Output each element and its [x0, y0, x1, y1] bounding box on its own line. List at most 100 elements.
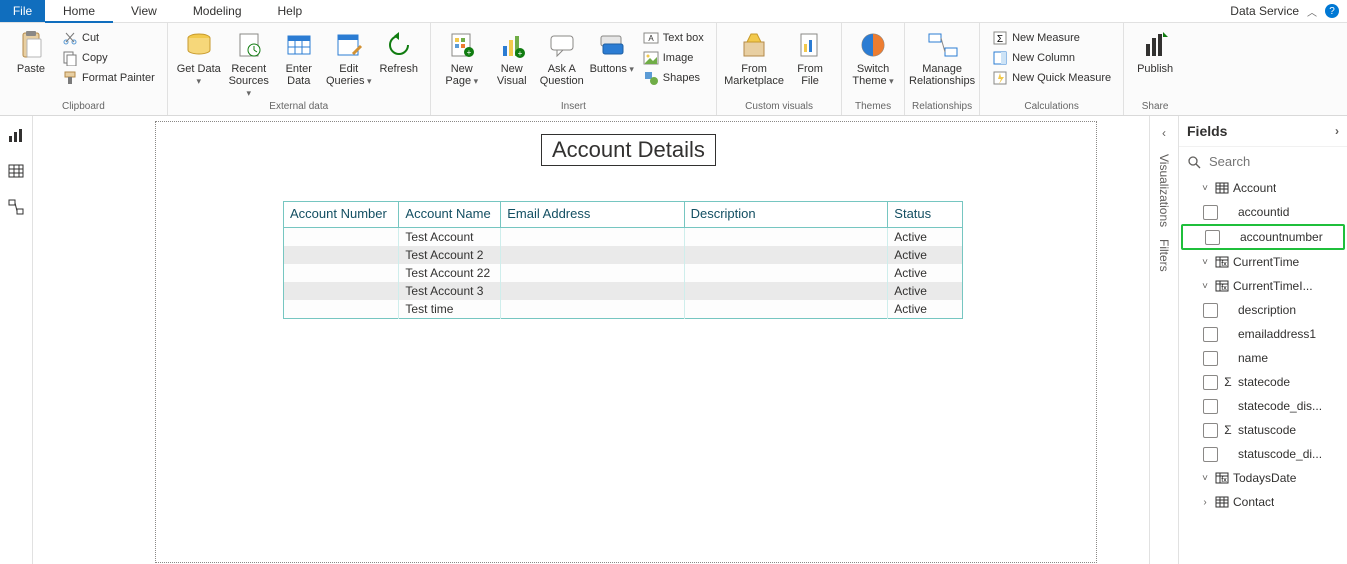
new-visual-button[interactable]: + New Visual [487, 25, 537, 87]
ribbon-group-custom-visuals: From Marketplace From File Custom visual… [717, 23, 842, 115]
fields-calc-currenttime[interactable]: ˅fxCurrentTime [1179, 250, 1347, 274]
get-data-button[interactable]: Get Data [174, 25, 224, 87]
tab-help[interactable]: Help [260, 0, 321, 22]
field-checkbox[interactable] [1203, 423, 1218, 438]
from-file-button[interactable]: From File [785, 25, 835, 87]
field-checkbox[interactable] [1205, 230, 1220, 245]
svg-text:+: + [517, 49, 522, 58]
field-statuscode_di...[interactable]: Σstatuscode_di... [1179, 442, 1347, 466]
table-row[interactable]: Test Account 3Active [284, 282, 963, 300]
field-checkbox[interactable] [1203, 327, 1218, 342]
table-row[interactable]: Test Account 22Active [284, 264, 963, 282]
field-accountnumber[interactable]: Σaccountnumber [1181, 224, 1345, 250]
shapes-button[interactable]: Shapes [641, 69, 706, 87]
edit-queries-button[interactable]: Edit Queries [324, 25, 374, 87]
table-header[interactable]: Account Name [399, 202, 501, 228]
fields-table-contact[interactable]: ›Contact [1179, 490, 1347, 514]
field-emailaddress1[interactable]: Σemailaddress1 [1179, 322, 1347, 346]
table-row[interactable]: Test timeActive [284, 300, 963, 319]
refresh-button[interactable]: Refresh [374, 25, 424, 75]
field-label: accountid [1238, 205, 1289, 219]
svg-text:Σ: Σ [997, 34, 1003, 45]
report-canvas[interactable]: Account Details Account NumberAccount Na… [33, 116, 1149, 564]
fields-table-account[interactable]: ˅Account [1179, 176, 1347, 200]
visualizations-tab[interactable]: Visualizations [1157, 148, 1171, 233]
tab-modeling[interactable]: Modeling [175, 0, 260, 22]
fields-calc-currenttimei...[interactable]: ˅fxCurrentTimeI... [1179, 274, 1347, 298]
field-statecode[interactable]: Σstatecode [1179, 370, 1347, 394]
collapse-ribbon-icon[interactable] [1307, 4, 1317, 19]
field-label: statuscode_di... [1238, 447, 1322, 461]
image-button[interactable]: Image [641, 49, 706, 67]
group-label: Themes [855, 99, 891, 115]
expand-fields-icon[interactable]: › [1335, 124, 1339, 138]
field-checkbox[interactable] [1203, 399, 1218, 414]
table-label: Account [1233, 181, 1276, 195]
fields-calc-todaysdate[interactable]: ˅fxTodaysDate [1179, 466, 1347, 490]
field-accountid[interactable]: Σaccountid [1179, 200, 1347, 224]
enter-data-button[interactable]: Enter Data [274, 25, 324, 87]
report-view-icon[interactable] [7, 126, 25, 144]
table-header[interactable]: Status [888, 202, 963, 228]
expand-visualizations-icon[interactable]: ‹ [1162, 126, 1166, 148]
data-service-label[interactable]: Data Service [1230, 4, 1299, 18]
field-checkbox[interactable] [1203, 351, 1218, 366]
table-cell [684, 228, 888, 247]
account-table-visual[interactable]: Account NumberAccount NameEmail AddressD… [283, 201, 963, 319]
table-header[interactable]: Description [684, 202, 888, 228]
recent-sources-button[interactable]: Recent Sources [224, 25, 274, 99]
field-checkbox[interactable] [1203, 205, 1218, 220]
fields-search[interactable] [1179, 147, 1347, 176]
svg-text:fx: fx [1221, 261, 1227, 268]
manage-relationships-button[interactable]: Manage Relationships [911, 25, 973, 87]
edit-queries-icon [333, 29, 365, 61]
tab-home[interactable]: Home [45, 0, 113, 23]
table-cell [501, 300, 684, 319]
measure-icon: Σ [992, 30, 1008, 46]
publish-button[interactable]: Publish [1130, 25, 1180, 75]
title-text-box[interactable]: Account Details [541, 134, 716, 166]
ask-question-button[interactable]: Ask A Question [537, 25, 587, 87]
field-label: description [1238, 303, 1296, 317]
field-checkbox[interactable] [1203, 375, 1218, 390]
paste-button[interactable]: Paste [6, 25, 56, 75]
new-quick-measure-button[interactable]: New Quick Measure [990, 69, 1113, 87]
table-cell: Active [888, 264, 963, 282]
table-cell [284, 300, 399, 319]
image-icon [643, 50, 659, 66]
data-view-icon[interactable] [7, 162, 25, 180]
text-box-button[interactable]: A Text box [641, 29, 706, 47]
table-row[interactable]: Test Account 2Active [284, 246, 963, 264]
help-icon[interactable]: ? [1325, 4, 1339, 18]
tab-view[interactable]: View [113, 0, 175, 22]
buttons-button[interactable]: Buttons [587, 25, 637, 75]
recent-icon [233, 29, 265, 61]
filters-tab[interactable]: Filters [1157, 233, 1171, 278]
field-checkbox[interactable] [1203, 447, 1218, 462]
switch-theme-button[interactable]: Switch Theme [848, 25, 898, 87]
new-measure-button[interactable]: Σ New Measure [990, 29, 1113, 47]
from-marketplace-button[interactable]: From Marketplace [723, 25, 785, 87]
new-page-button[interactable]: + New Page [437, 25, 487, 87]
table-header[interactable]: Email Address [501, 202, 684, 228]
format-painter-button[interactable]: Format Painter [60, 69, 157, 87]
table-cell: Test time [399, 300, 501, 319]
table-cell [684, 282, 888, 300]
table-header[interactable]: Account Number [284, 202, 399, 228]
field-description[interactable]: Σdescription [1179, 298, 1347, 322]
field-statuscode[interactable]: Σstatuscode [1179, 418, 1347, 442]
paste-icon [15, 29, 47, 61]
model-view-icon[interactable] [7, 198, 25, 216]
field-checkbox[interactable] [1203, 303, 1218, 318]
cut-button[interactable]: Cut [60, 29, 157, 47]
ribbon-group-relationships: Manage Relationships Relationships [905, 23, 980, 115]
ribbon-group-themes: Switch Theme Themes [842, 23, 905, 115]
file-tab[interactable]: File [0, 0, 45, 22]
new-column-button[interactable]: New Column [990, 49, 1113, 67]
column-icon [992, 50, 1008, 66]
fields-search-input[interactable] [1207, 153, 1347, 170]
table-row[interactable]: Test AccountActive [284, 228, 963, 247]
field-statecode_dis...[interactable]: Σstatecode_dis... [1179, 394, 1347, 418]
field-name[interactable]: Σname [1179, 346, 1347, 370]
copy-button[interactable]: Copy [60, 49, 157, 67]
